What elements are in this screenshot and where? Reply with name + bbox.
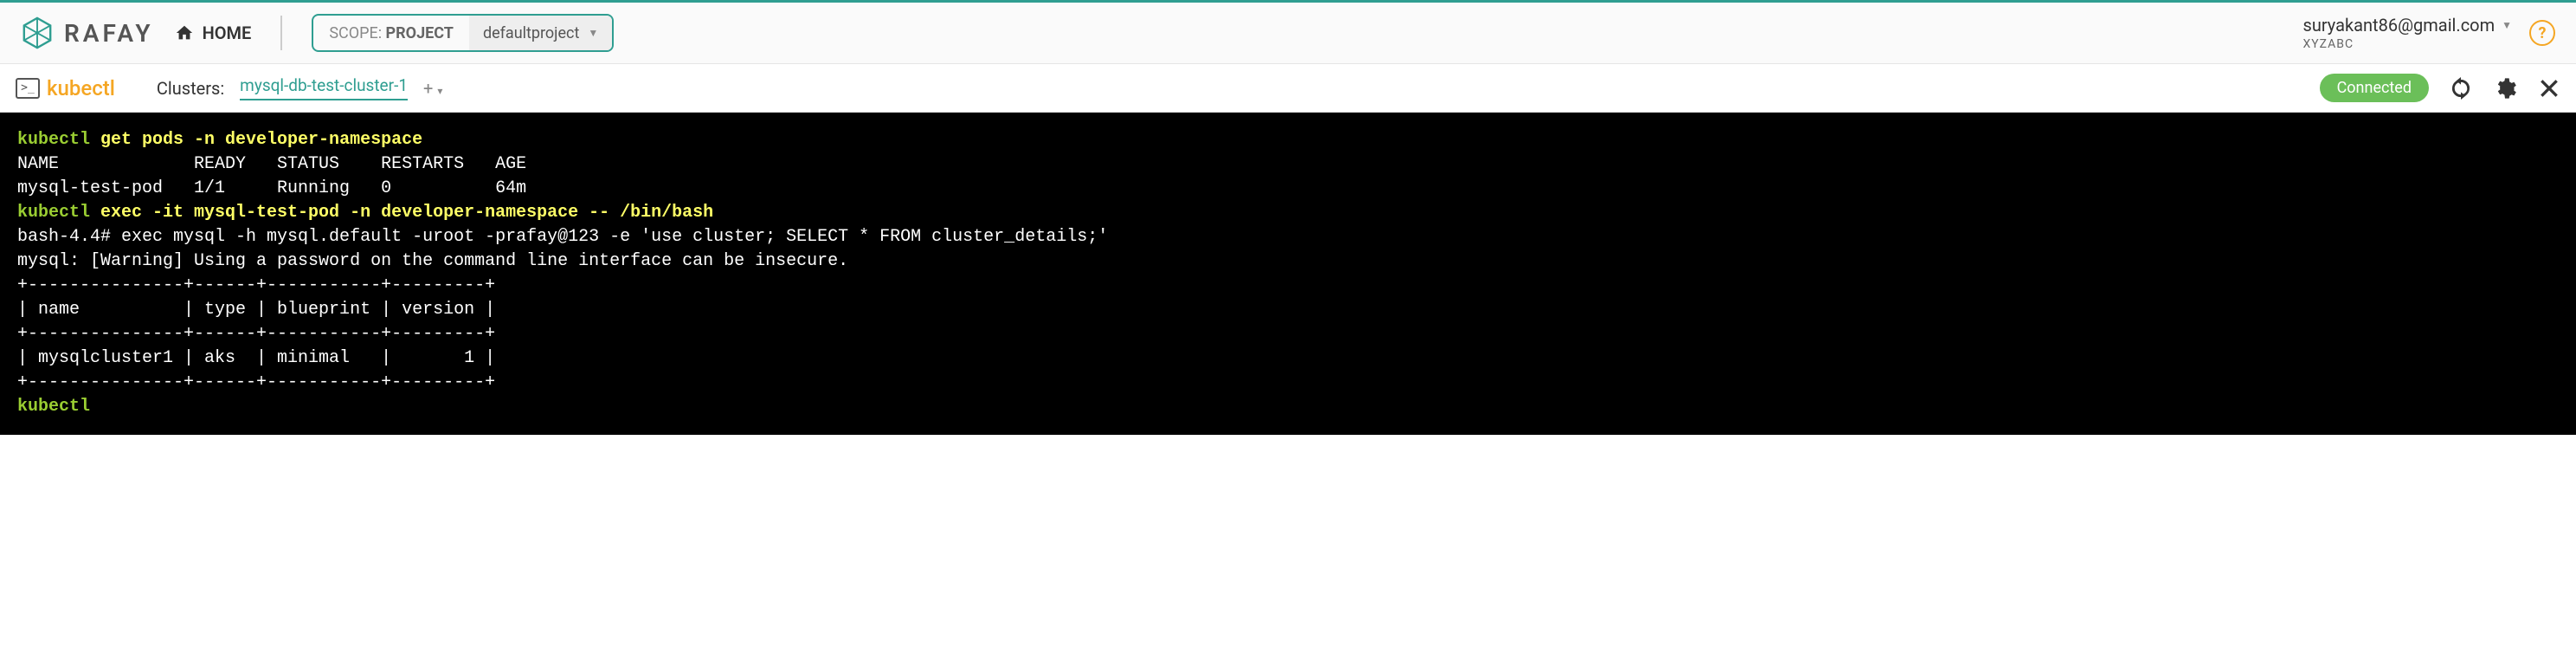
user-menu[interactable]: suryakant86@gmail.com ▼ (2303, 15, 2513, 36)
kubectl-label: kubectl (47, 76, 115, 100)
terminal-line: mysql-test-pod 1/1 Running 0 64m (17, 178, 526, 198)
terminal-icon: >_ (16, 78, 40, 99)
terminal-prompt: kubectl (17, 397, 90, 417)
scope-label: SCOPE: PROJECT (313, 24, 469, 42)
rafay-logo-icon (21, 16, 54, 49)
terminal-line: | name | type | blueprint | version | (17, 300, 495, 320)
home-link[interactable]: HOME (175, 23, 252, 43)
scope-selector: SCOPE: PROJECT defaultproject ▼ (312, 14, 614, 52)
terminal-prompt: kubectl (17, 203, 90, 223)
terminal-line: mysql: [Warning] Using a password on the… (17, 251, 848, 271)
terminal-line: NAME READY STATUS RESTARTS AGE (17, 154, 526, 174)
top-bar: RAFAY HOME SCOPE: PROJECT defaultproject… (0, 0, 2576, 64)
refresh-icon (2450, 77, 2472, 100)
scope-project-dropdown[interactable]: defaultproject ▼ (469, 16, 612, 50)
home-label: HOME (203, 23, 252, 43)
brand-logo[interactable]: RAFAY (21, 16, 154, 49)
clusters-label: Clusters: (157, 78, 224, 99)
terminal-cmd: get pods -n developer-namespace (90, 130, 422, 150)
close-button[interactable] (2538, 77, 2560, 100)
terminal-cmd: exec -it mysql-test-pod -n developer-nam… (90, 203, 713, 223)
separator (280, 16, 282, 50)
cluster-tab[interactable]: mysql-db-test-cluster-1 (240, 75, 408, 100)
settings-button[interactable] (2493, 76, 2517, 100)
chevron-down-icon: ▼ (588, 27, 598, 39)
home-icon (175, 23, 194, 42)
user-email-text: suryakant86@gmail.com (2303, 15, 2496, 36)
terminal-line: +---------------+------+-----------+----… (17, 324, 495, 344)
refresh-button[interactable] (2450, 77, 2472, 100)
scope-value: defaultproject (483, 24, 579, 42)
brand-text: RAFAY (64, 19, 154, 48)
kubectl-bar: >_ kubectl Clusters: mysql-db-test-clust… (0, 64, 2576, 113)
terminal-line: | mysqlcluster1 | aks | minimal | 1 | (17, 348, 495, 368)
chevron-down-icon: ▼ (2502, 19, 2512, 31)
kubectl-badge: >_ kubectl (16, 76, 115, 100)
gear-icon (2493, 76, 2517, 100)
terminal-line: +---------------+------+-----------+----… (17, 372, 495, 392)
add-cluster-button[interactable]: + ▾ (423, 78, 442, 99)
terminal-prompt: kubectl (17, 130, 90, 150)
terminal-line: +---------------+------+-----------+----… (17, 275, 495, 295)
user-block: suryakant86@gmail.com ▼ XYZABC ? (2303, 15, 2556, 51)
terminal-output[interactable]: kubectl get pods -n developer-namespace … (0, 113, 2576, 435)
chevron-down-icon: ▾ (437, 85, 442, 97)
user-org: XYZABC (2303, 37, 2513, 51)
help-icon[interactable]: ? (2529, 20, 2555, 46)
connected-status: Connected (2320, 74, 2429, 102)
terminal-line: bash-4.4# exec mysql -h mysql.default -u… (17, 227, 1108, 247)
close-icon (2538, 77, 2560, 100)
